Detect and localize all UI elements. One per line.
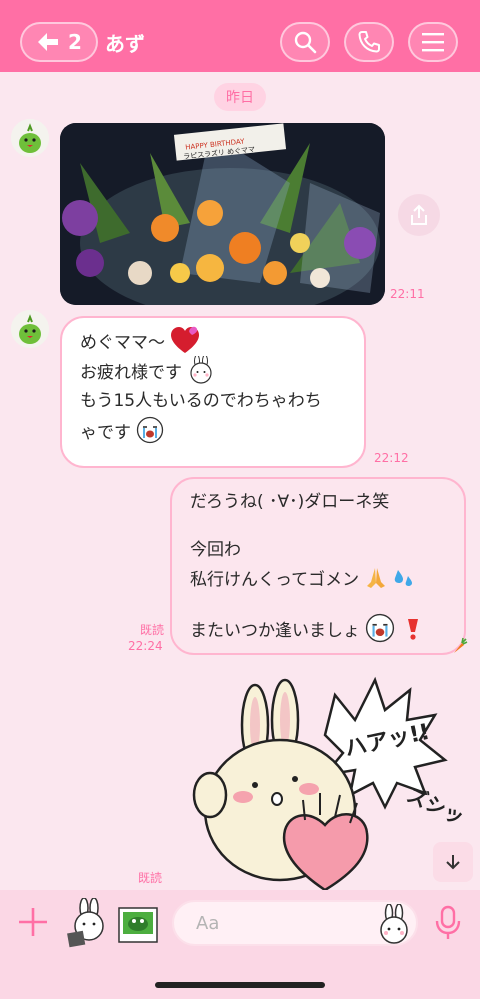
emoji-icon bbox=[380, 903, 408, 944]
message-line: もう15人もいるのでわちゃわち bbox=[80, 391, 322, 411]
praying-hands-emoji-icon bbox=[366, 568, 385, 588]
home-indicator bbox=[155, 982, 325, 988]
input-placeholder: Aa bbox=[196, 913, 220, 934]
sticker-text: ズシッ bbox=[404, 782, 469, 829]
message-line: またいつか逢いましょ bbox=[190, 613, 446, 643]
heart-emoji-icon bbox=[171, 326, 200, 353]
scroll-to-bottom-button[interactable] bbox=[433, 842, 473, 882]
search-icon bbox=[294, 31, 317, 54]
back-button[interactable]: 2 bbox=[20, 22, 98, 62]
plus-button[interactable] bbox=[14, 900, 52, 944]
bird-avatar-icon bbox=[11, 310, 49, 348]
search-button[interactable] bbox=[280, 22, 330, 62]
read-receipt: 既読 bbox=[140, 623, 165, 637]
message-time: 22:11 bbox=[390, 287, 425, 301]
photo-message[interactable]: HAPPY BIRTHDAY ラピスラズリ めぐママ bbox=[60, 123, 385, 305]
avatar[interactable] bbox=[11, 119, 49, 157]
sweat-droplets-emoji-icon bbox=[394, 570, 412, 586]
message-time: 22:12 bbox=[374, 451, 409, 465]
share-icon bbox=[411, 204, 427, 225]
avatar[interactable] bbox=[11, 310, 49, 348]
phone-icon bbox=[358, 31, 380, 53]
call-button[interactable] bbox=[344, 22, 394, 62]
emoji-button[interactable] bbox=[374, 903, 414, 944]
outgoing-message-bubble[interactable]: だろうね( ･∀･)ダローネ笑 今回わ 私行けんくってゴメン またいつか逢いまし… bbox=[170, 477, 466, 655]
message-line: お疲れ様です bbox=[80, 354, 346, 386]
sticker-button[interactable] bbox=[66, 897, 110, 948]
crying-face-emoji-icon bbox=[366, 613, 395, 643]
photo-icon bbox=[118, 907, 158, 943]
chat-header: 2 あず bbox=[0, 0, 480, 72]
bird-avatar-icon bbox=[11, 119, 49, 157]
menu-button[interactable] bbox=[408, 22, 458, 62]
crying-face-emoji-icon bbox=[137, 416, 164, 444]
sticker-icon bbox=[67, 897, 104, 948]
chat-title: あず bbox=[105, 32, 145, 56]
rabbit-emoji-icon bbox=[190, 354, 213, 384]
incoming-message-bubble[interactable]: めぐママ〜 お疲れ様です もう15人もいるのでわちゃわち ゃです bbox=[60, 316, 366, 468]
read-receipt: 既読 bbox=[138, 871, 163, 885]
message-line: めぐママ〜 bbox=[80, 326, 346, 356]
arrow-down-icon bbox=[446, 855, 460, 870]
photo-button[interactable] bbox=[117, 906, 159, 944]
share-button[interactable] bbox=[398, 194, 440, 236]
mic-icon bbox=[435, 905, 461, 939]
unread-count: 2 bbox=[68, 30, 82, 54]
plus-icon bbox=[19, 908, 47, 936]
exclamation-emoji-icon bbox=[407, 619, 418, 640]
back-arrow-icon bbox=[38, 33, 59, 51]
date-separator: 昨日 bbox=[214, 83, 266, 111]
message-line: だろうね( ･∀･)ダローネ笑 bbox=[190, 492, 390, 512]
message-time: 22:24 bbox=[128, 639, 163, 653]
message-line: ゃです bbox=[80, 416, 346, 446]
message-line: 私行けんくってゴメン bbox=[190, 565, 446, 595]
message-line: 今回わ bbox=[190, 540, 241, 560]
voice-button[interactable] bbox=[434, 905, 462, 941]
flower-bouquet-image: HAPPY BIRTHDAY ラピスラズリ めぐママ bbox=[60, 123, 385, 305]
menu-icon bbox=[422, 33, 444, 52]
carrot-icon bbox=[454, 637, 468, 653]
